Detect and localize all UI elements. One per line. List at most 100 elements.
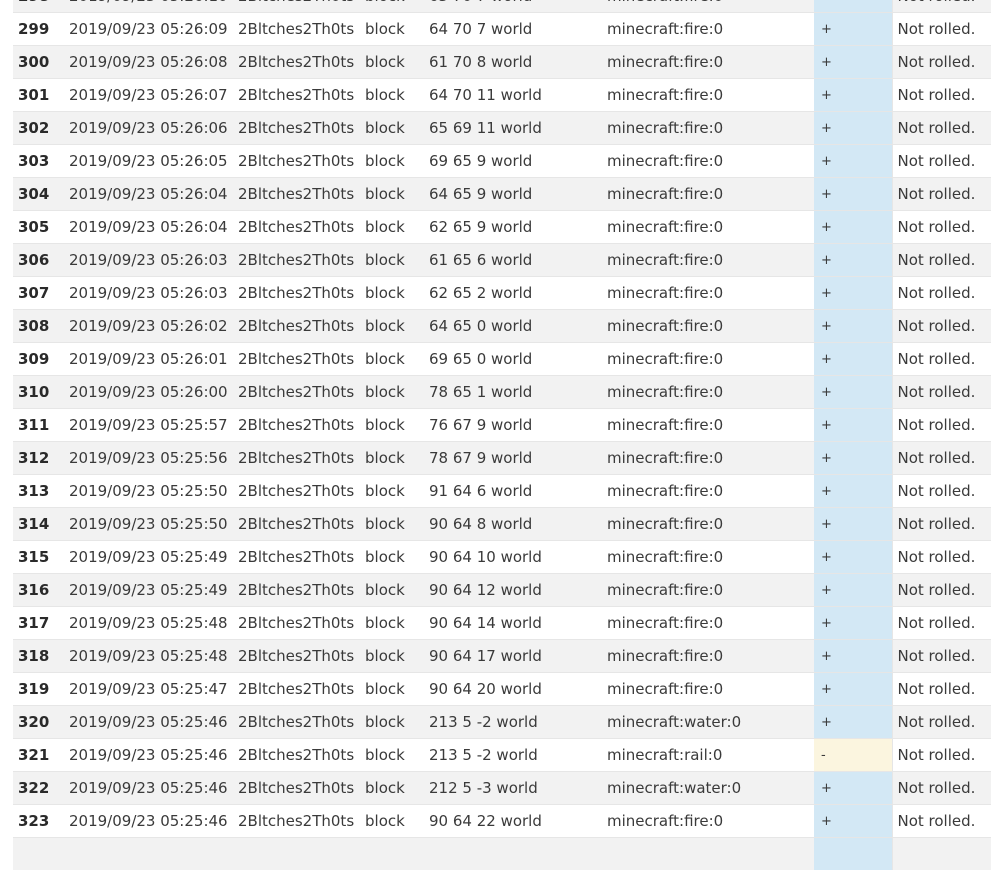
row-status: Not rolled. — [892, 607, 991, 640]
row-user[interactable]: 2Bltches2Th0ts — [233, 673, 360, 706]
row-location[interactable]: 213 5 -2 world — [424, 706, 602, 739]
row-location[interactable]: 64 65 9 world — [424, 178, 602, 211]
row-location[interactable]: 78 65 1 world — [424, 376, 602, 409]
row-action: + — [814, 673, 892, 706]
row-user[interactable]: 2Bltches2Th0ts — [233, 112, 360, 145]
table-row[interactable]: 307 2019/09/23 05:26:03 2Bltches2Th0ts b… — [13, 277, 991, 310]
row-status: Not rolled. — [892, 475, 991, 508]
row-type: block — [360, 211, 424, 244]
table-row[interactable] — [13, 838, 991, 870]
row-user[interactable]: 2Bltches2Th0ts — [233, 0, 360, 13]
table-row[interactable]: 300 2019/09/23 05:26:08 2Bltches2Th0ts b… — [13, 46, 991, 79]
row-location[interactable]: 90 64 14 world — [424, 607, 602, 640]
row-user[interactable]: 2Bltches2Th0ts — [233, 508, 360, 541]
table-row[interactable]: 314 2019/09/23 05:25:50 2Bltches2Th0ts b… — [13, 508, 991, 541]
row-location[interactable]: 212 5 -3 world — [424, 772, 602, 805]
table-row[interactable]: 299 2019/09/23 05:26:09 2Bltches2Th0ts b… — [13, 13, 991, 46]
row-location[interactable]: 90 64 17 world — [424, 640, 602, 673]
row-user[interactable]: 2Bltches2Th0ts — [233, 706, 360, 739]
row-location[interactable]: 65 69 11 world — [424, 112, 602, 145]
row-location[interactable]: 90 64 12 world — [424, 574, 602, 607]
row-user[interactable]: 2Bltches2Th0ts — [233, 475, 360, 508]
row-location[interactable]: 78 67 9 world — [424, 442, 602, 475]
table-row[interactable]: 317 2019/09/23 05:25:48 2Bltches2Th0ts b… — [13, 607, 991, 640]
table-row[interactable]: 303 2019/09/23 05:26:05 2Bltches2Th0ts b… — [13, 145, 991, 178]
row-time: 2019/09/23 05:25:47 — [64, 673, 233, 706]
row-user[interactable]: 2Bltches2Th0ts — [233, 574, 360, 607]
row-location[interactable]: 64 70 7 world — [424, 13, 602, 46]
row-user[interactable]: 2Bltches2Th0ts — [233, 640, 360, 673]
row-id: 308 — [13, 310, 64, 343]
row-user[interactable]: 2Bltches2Th0ts — [233, 772, 360, 805]
row-location[interactable]: 69 65 0 world — [424, 343, 602, 376]
table-row[interactable]: 313 2019/09/23 05:25:50 2Bltches2Th0ts b… — [13, 475, 991, 508]
row-location[interactable]: 64 65 0 world — [424, 310, 602, 343]
row-user[interactable]: 2Bltches2Th0ts — [233, 409, 360, 442]
row-user[interactable]: 2Bltches2Th0ts — [233, 46, 360, 79]
row-status — [892, 838, 991, 870]
table-row[interactable]: 301 2019/09/23 05:26:07 2Bltches2Th0ts b… — [13, 79, 991, 112]
row-user[interactable]: 2Bltches2Th0ts — [233, 805, 360, 838]
table-row[interactable]: 318 2019/09/23 05:25:48 2Bltches2Th0ts b… — [13, 640, 991, 673]
row-status: Not rolled. — [892, 13, 991, 46]
row-action: + — [814, 772, 892, 805]
row-id: 321 — [13, 739, 64, 772]
row-user[interactable]: 2Bltches2Th0ts — [233, 607, 360, 640]
table-row[interactable]: 321 2019/09/23 05:25:46 2Bltches2Th0ts b… — [13, 739, 991, 772]
row-action: + — [814, 79, 892, 112]
table-row[interactable]: 315 2019/09/23 05:25:49 2Bltches2Th0ts b… — [13, 541, 991, 574]
table-row[interactable]: 308 2019/09/23 05:26:02 2Bltches2Th0ts b… — [13, 310, 991, 343]
table-row[interactable]: 312 2019/09/23 05:25:56 2Bltches2Th0ts b… — [13, 442, 991, 475]
table-row[interactable]: 302 2019/09/23 05:26:06 2Bltches2Th0ts b… — [13, 112, 991, 145]
row-location[interactable]: 90 64 10 world — [424, 541, 602, 574]
row-user[interactable]: 2Bltches2Th0ts — [233, 442, 360, 475]
table-row[interactable]: 311 2019/09/23 05:25:57 2Bltches2Th0ts b… — [13, 409, 991, 442]
row-user[interactable]: 2Bltches2Th0ts — [233, 343, 360, 376]
row-location[interactable]: 213 5 -2 world — [424, 739, 602, 772]
table-row[interactable]: 322 2019/09/23 05:25:46 2Bltches2Th0ts b… — [13, 772, 991, 805]
row-user[interactable]: 2Bltches2Th0ts — [233, 541, 360, 574]
row-location[interactable]: 62 65 9 world — [424, 211, 602, 244]
table-row[interactable]: 306 2019/09/23 05:26:03 2Bltches2Th0ts b… — [13, 244, 991, 277]
row-block: minecraft:fire:0 — [602, 673, 814, 706]
row-user[interactable]: 2Bltches2Th0ts — [233, 145, 360, 178]
row-action: + — [814, 277, 892, 310]
row-location[interactable] — [424, 838, 602, 870]
row-location[interactable]: 69 65 9 world — [424, 145, 602, 178]
table-row[interactable]: 298 2019/09/23 05:26:10 2Bltches2Th0ts b… — [13, 0, 991, 13]
row-id: 299 — [13, 13, 64, 46]
table-row[interactable]: 304 2019/09/23 05:26:04 2Bltches2Th0ts b… — [13, 178, 991, 211]
row-location[interactable]: 64 70 11 world — [424, 79, 602, 112]
row-location[interactable]: 62 65 2 world — [424, 277, 602, 310]
row-user[interactable] — [233, 838, 360, 870]
row-user[interactable]: 2Bltches2Th0ts — [233, 739, 360, 772]
row-user[interactable]: 2Bltches2Th0ts — [233, 310, 360, 343]
row-type: block — [360, 277, 424, 310]
row-location[interactable]: 90 64 22 world — [424, 805, 602, 838]
table-row[interactable]: 305 2019/09/23 05:26:04 2Bltches2Th0ts b… — [13, 211, 991, 244]
row-user[interactable]: 2Bltches2Th0ts — [233, 376, 360, 409]
row-time: 2019/09/23 05:25:46 — [64, 739, 233, 772]
row-location[interactable]: 63 70 7 world — [424, 0, 602, 13]
row-block: minecraft:fire:0 — [602, 310, 814, 343]
row-location[interactable]: 90 64 8 world — [424, 508, 602, 541]
row-location[interactable]: 61 65 6 world — [424, 244, 602, 277]
row-user[interactable]: 2Bltches2Th0ts — [233, 277, 360, 310]
table-row[interactable]: 320 2019/09/23 05:25:46 2Bltches2Th0ts b… — [13, 706, 991, 739]
row-location[interactable]: 90 64 20 world — [424, 673, 602, 706]
row-user[interactable]: 2Bltches2Th0ts — [233, 13, 360, 46]
table-row[interactable]: 323 2019/09/23 05:25:46 2Bltches2Th0ts b… — [13, 805, 991, 838]
row-user[interactable]: 2Bltches2Th0ts — [233, 178, 360, 211]
table-row[interactable]: 316 2019/09/23 05:25:49 2Bltches2Th0ts b… — [13, 574, 991, 607]
row-status: Not rolled. — [892, 277, 991, 310]
table-row[interactable]: 319 2019/09/23 05:25:47 2Bltches2Th0ts b… — [13, 673, 991, 706]
row-location[interactable]: 61 70 8 world — [424, 46, 602, 79]
row-location[interactable]: 91 64 6 world — [424, 475, 602, 508]
row-block: minecraft:fire:0 — [602, 13, 814, 46]
row-user[interactable]: 2Bltches2Th0ts — [233, 211, 360, 244]
table-row[interactable]: 310 2019/09/23 05:26:00 2Bltches2Th0ts b… — [13, 376, 991, 409]
row-user[interactable]: 2Bltches2Th0ts — [233, 79, 360, 112]
row-location[interactable]: 76 67 9 world — [424, 409, 602, 442]
table-row[interactable]: 309 2019/09/23 05:26:01 2Bltches2Th0ts b… — [13, 343, 991, 376]
row-user[interactable]: 2Bltches2Th0ts — [233, 244, 360, 277]
